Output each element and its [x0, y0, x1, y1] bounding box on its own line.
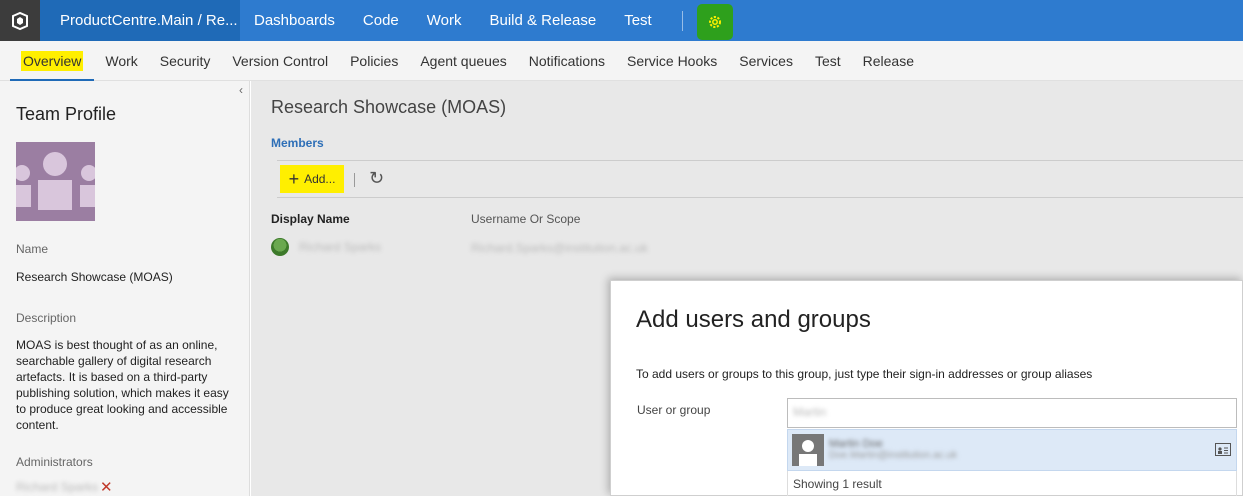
input-value: Martin: [793, 405, 827, 419]
nav-work[interactable]: Work: [413, 0, 476, 41]
nav-test[interactable]: Test: [610, 0, 666, 41]
collapse-chevron-icon[interactable]: ‹: [239, 83, 243, 97]
add-member-button[interactable]: + Add...: [280, 165, 344, 193]
nav-dashboards[interactable]: Dashboards: [240, 0, 349, 41]
dialog-hint: To add users or groups to this group, ju…: [636, 367, 1093, 381]
administrator-row: Richard Sparks ✕: [16, 478, 233, 496]
remove-icon[interactable]: ✕: [100, 478, 113, 496]
description-label: Description: [16, 311, 77, 325]
column-header-display-name[interactable]: Display Name: [271, 212, 350, 226]
column-header-username[interactable]: Username Or Scope: [471, 212, 580, 226]
project-selector[interactable]: ProductCentre.Main / Re...: [40, 0, 240, 41]
member-avatar: [271, 238, 289, 256]
administrators-label: Administrators: [16, 455, 93, 469]
settings-tab-bar: Overview Work Security Version Control P…: [0, 41, 1243, 81]
tab-services[interactable]: Services: [728, 41, 804, 81]
tab-test[interactable]: Test: [804, 41, 852, 81]
nav-build-release[interactable]: Build & Release: [475, 0, 610, 41]
panel-title: Team Profile: [16, 104, 117, 124]
team-name-value: Research Showcase (MOAS): [16, 270, 173, 284]
tab-policies[interactable]: Policies: [339, 41, 409, 81]
member-display-name: Richard Sparks: [299, 240, 382, 254]
nav-code[interactable]: Code: [349, 0, 413, 41]
tab-security[interactable]: Security: [149, 41, 222, 81]
page-title: Research Showcase (MOAS): [271, 97, 507, 117]
suggestion-email: Doe.Martin@institution.ac.uk: [829, 450, 957, 461]
team-description-value: MOAS is best thought of as an online, se…: [16, 338, 229, 432]
administrator-name: Richard Sparks: [16, 480, 99, 494]
tab-work[interactable]: Work: [94, 41, 148, 81]
toolbar-divider: [277, 160, 1243, 161]
result-count: Showing 1 result: [787, 471, 1237, 496]
tab-overview-label: Overview: [21, 50, 84, 71]
add-button-label: Add...: [304, 172, 336, 186]
tab-service-hooks[interactable]: Service Hooks: [616, 41, 728, 81]
project-name: ProductCentre.Main / Re...: [60, 12, 238, 29]
member-row[interactable]: Richard Sparks: [271, 238, 381, 256]
tab-overview[interactable]: Overview: [10, 41, 95, 81]
dialog-title: Add users and groups: [636, 306, 871, 333]
gear-icon[interactable]: [696, 3, 733, 40]
person-avatar-icon: [792, 434, 824, 466]
user-or-group-label: User or group: [637, 403, 711, 417]
vsts-logo-icon[interactable]: [0, 0, 40, 41]
suggestion-name: Martin Doe: [829, 438, 883, 450]
nav-separator: [681, 10, 683, 31]
add-users-dialog: Add users and groups To add users or gro…: [610, 280, 1243, 496]
refresh-icon[interactable]: ↻: [369, 168, 384, 189]
user-or-group-input[interactable]: Martin: [787, 398, 1237, 428]
toolbar-divider-bottom: [277, 197, 1243, 198]
top-nav-bar: ProductCentre.Main / Re... Dashboards Co…: [0, 0, 1243, 41]
name-label: Name: [16, 242, 49, 256]
members-section-title: Members: [271, 136, 324, 150]
suggestion-item[interactable]: Martin Doe Doe.Martin@institution.ac.uk: [787, 429, 1237, 471]
tab-notifications[interactable]: Notifications: [518, 41, 616, 81]
plus-icon: +: [288, 169, 300, 189]
contact-card-icon[interactable]: [1215, 443, 1231, 456]
team-profile-panel: ‹ Team Profile Name Research Showcase (M…: [0, 81, 250, 496]
team-avatar: [16, 142, 95, 221]
tab-release[interactable]: Release: [852, 41, 925, 81]
toolbar-separator: [354, 173, 355, 187]
tab-version-control[interactable]: Version Control: [221, 41, 339, 81]
tab-agent-queues[interactable]: Agent queues: [409, 41, 517, 81]
member-username: Richard.Sparks@institution.ac.uk: [471, 241, 648, 255]
